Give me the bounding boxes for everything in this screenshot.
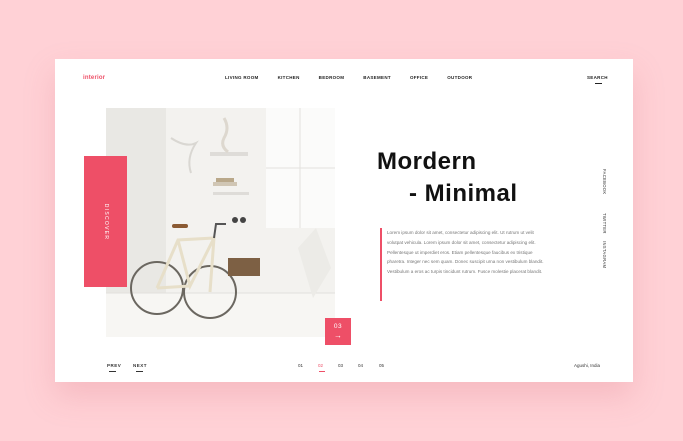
nav-item-living-room[interactable]: LIVING ROOM (225, 75, 259, 80)
page-01[interactable]: 01 (298, 363, 303, 368)
discover-tab[interactable]: DISCOVER (84, 156, 127, 287)
social-facebook[interactable]: FACEBOOK (602, 169, 607, 194)
next-button[interactable]: NEXT (133, 363, 147, 368)
slide-number: 03 (333, 323, 343, 330)
location-label: Agushi, India (574, 363, 601, 368)
search-link[interactable]: SEARCH (587, 75, 608, 80)
prev-button[interactable]: PREV (107, 363, 121, 368)
social-twitter[interactable]: TWITTER (602, 213, 607, 234)
page-02[interactable]: 02 (318, 363, 323, 368)
slide-indicator[interactable]: 03 → (325, 318, 351, 345)
site-logo[interactable]: interior (83, 75, 105, 81)
main-card: interior LIVING ROOM KITCHEN BEDROOM BAS… (55, 59, 633, 382)
active-page-underline (319, 371, 325, 372)
next-underline (136, 371, 143, 372)
hero-paragraph: Lorem ipsum dolor sit amet, consectetur … (387, 230, 544, 275)
search-underline (595, 83, 602, 84)
nav-item-kitchen[interactable]: KITCHEN (278, 75, 300, 80)
nav-item-outdoor[interactable]: OUTDOOR (447, 75, 472, 80)
discover-label: DISCOVER (102, 203, 109, 240)
page-04[interactable]: 04 (358, 363, 363, 368)
arrow-right-icon[interactable]: → (325, 332, 351, 340)
main-nav: LIVING ROOM KITCHEN BEDROOM BASEMENT OFF… (225, 75, 472, 80)
page-05[interactable]: 05 (379, 363, 384, 368)
social-instagram[interactable]: INSTAGRAM (602, 241, 607, 268)
hero-image (106, 108, 335, 337)
page-03[interactable]: 03 (338, 363, 343, 368)
headline-line-1: Mordern (377, 148, 477, 175)
nav-item-bedroom[interactable]: BEDROOM (319, 75, 345, 80)
nav-item-office[interactable]: OFFICE (410, 75, 428, 80)
accent-bar (380, 228, 382, 301)
nav-item-basement[interactable]: BASEMENT (363, 75, 391, 80)
headline-line-2: - Minimal (409, 180, 518, 207)
prev-underline (109, 371, 116, 372)
